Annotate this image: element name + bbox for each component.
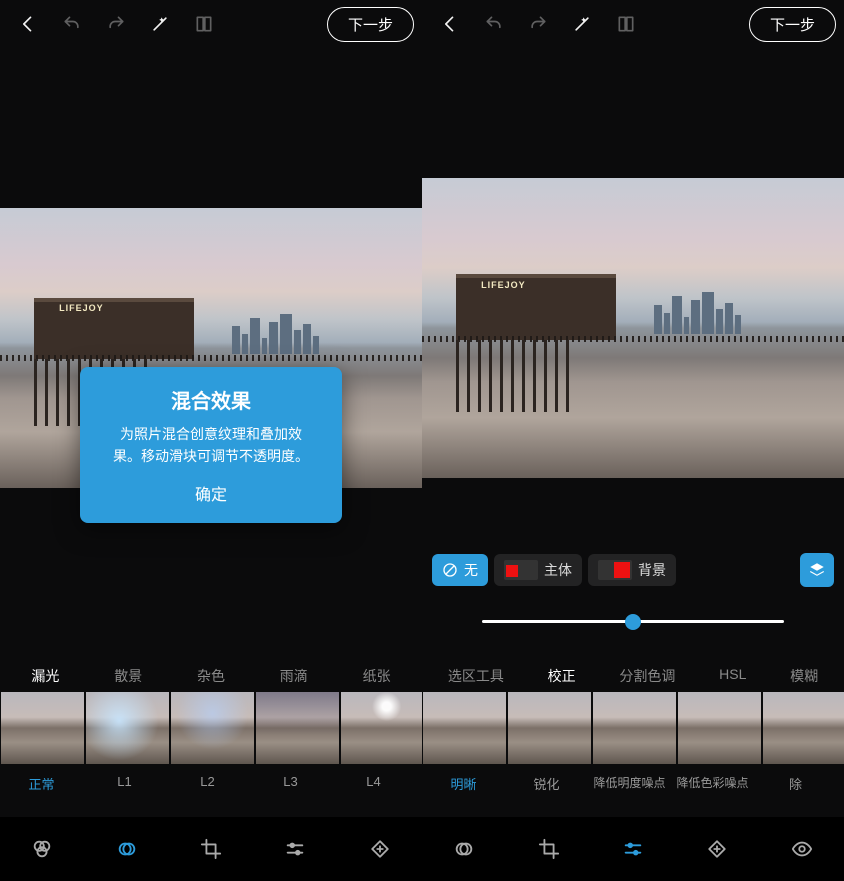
category-tab[interactable]: 选区工具 bbox=[446, 660, 506, 692]
preset-thumb[interactable] bbox=[256, 692, 339, 764]
category-tab[interactable]: 散景 bbox=[112, 660, 144, 692]
preset-thumb[interactable] bbox=[593, 692, 676, 764]
preset-thumb[interactable] bbox=[423, 692, 506, 764]
dialog-body: 为照片混合创意纹理和叠加效 果。移动滑块可调节不透明度。 bbox=[96, 424, 326, 467]
bottom-toolbar bbox=[0, 817, 422, 881]
mask-background-chip[interactable]: 背景 bbox=[588, 554, 676, 586]
effect-category-tabs: 漏光 散景 杂色 雨滴 纸张 bbox=[0, 660, 422, 692]
back-button[interactable] bbox=[430, 4, 470, 44]
preset-label[interactable]: 锐化 bbox=[505, 770, 588, 797]
layers-icon bbox=[808, 561, 826, 579]
mask-selector-row: 无 主体 背景 bbox=[422, 553, 844, 587]
preset-label[interactable]: L1 bbox=[83, 770, 166, 797]
mask-subject-chip[interactable]: 主体 bbox=[494, 554, 582, 586]
preset-labels: 正常 L1 L2 L3 L4 bbox=[0, 770, 422, 797]
preset-thumb[interactable] bbox=[341, 692, 422, 764]
tooltip-dialog: 混合效果 为照片混合创意纹理和叠加效 果。移动滑块可调节不透明度。 确定 bbox=[80, 367, 342, 523]
compare-button[interactable] bbox=[184, 4, 224, 44]
preset-thumb[interactable] bbox=[86, 692, 169, 764]
preset-label[interactable]: L2 bbox=[166, 770, 249, 797]
blend-icon[interactable] bbox=[107, 829, 147, 869]
dialog-ok-button[interactable]: 确定 bbox=[96, 477, 326, 509]
category-tab[interactable]: 分割色调 bbox=[617, 660, 677, 692]
undo-button[interactable] bbox=[474, 4, 514, 44]
heal-icon[interactable] bbox=[360, 829, 400, 869]
editor-panel-left: 下一步 LIFEJOY 混合效果 bbox=[0, 0, 422, 881]
category-tab[interactable]: 漏光 bbox=[29, 660, 61, 692]
next-button[interactable]: 下一步 bbox=[749, 7, 836, 42]
preset-thumbnails bbox=[0, 692, 422, 764]
mask-none-chip[interactable]: 无 bbox=[432, 554, 488, 586]
redo-button[interactable] bbox=[518, 4, 558, 44]
preset-label[interactable]: L3 bbox=[249, 770, 332, 797]
heal-icon[interactable] bbox=[697, 829, 737, 869]
layers-button[interactable] bbox=[800, 553, 834, 587]
photo-sign-text: LIFEJOY bbox=[59, 303, 104, 313]
category-tab[interactable]: HSL bbox=[717, 660, 748, 692]
magic-wand-button[interactable] bbox=[140, 4, 180, 44]
preset-label[interactable]: 降低明度噪点 bbox=[588, 770, 671, 797]
preset-thumb[interactable] bbox=[763, 692, 844, 764]
preset-thumb[interactable] bbox=[678, 692, 761, 764]
slider-thumb[interactable] bbox=[625, 614, 641, 630]
adjust-icon[interactable] bbox=[275, 829, 315, 869]
category-tab[interactable]: 雨滴 bbox=[278, 660, 310, 692]
category-tab[interactable]: 杂色 bbox=[195, 660, 227, 692]
crop-icon[interactable] bbox=[191, 829, 231, 869]
blend-icon[interactable] bbox=[444, 829, 484, 869]
preset-label[interactable]: 正常 bbox=[0, 770, 83, 797]
preset-label[interactable]: 明晰 bbox=[422, 770, 505, 797]
mask-label: 无 bbox=[464, 560, 478, 580]
preset-labels: 明晰 锐化 降低明度噪点 降低色彩噪点 除 bbox=[422, 770, 844, 797]
top-toolbar: 下一步 bbox=[0, 0, 422, 48]
looks-icon[interactable] bbox=[22, 829, 62, 869]
category-tab[interactable]: 模糊 bbox=[788, 660, 820, 692]
preset-thumbnails bbox=[422, 692, 844, 764]
adjust-icon[interactable] bbox=[613, 829, 653, 869]
eye-icon[interactable] bbox=[782, 829, 822, 869]
mask-label: 主体 bbox=[544, 560, 572, 580]
preset-thumb[interactable] bbox=[508, 692, 591, 764]
category-tab[interactable]: 纸张 bbox=[361, 660, 393, 692]
none-icon bbox=[442, 562, 458, 578]
opacity-slider[interactable] bbox=[422, 620, 844, 623]
subject-thumb-icon bbox=[504, 560, 538, 580]
crop-icon[interactable] bbox=[529, 829, 569, 869]
photo-canvas[interactable]: LIFEJOY bbox=[422, 178, 844, 478]
preset-label[interactable]: 除 bbox=[754, 770, 837, 797]
undo-button[interactable] bbox=[52, 4, 92, 44]
preset-label[interactable]: 降低色彩噪点 bbox=[671, 770, 754, 797]
magic-wand-button[interactable] bbox=[562, 4, 602, 44]
preset-thumb[interactable] bbox=[1, 692, 84, 764]
background-thumb-icon bbox=[598, 560, 632, 580]
photo-sign-text: LIFEJOY bbox=[481, 280, 526, 290]
editor-panel-right: 下一步 LIFEJOY bbox=[422, 0, 844, 881]
redo-button[interactable] bbox=[96, 4, 136, 44]
compare-button[interactable] bbox=[606, 4, 646, 44]
category-tab[interactable]: 校正 bbox=[546, 660, 578, 692]
preset-label[interactable]: L4 bbox=[332, 770, 415, 797]
next-button[interactable]: 下一步 bbox=[327, 7, 414, 42]
mask-label: 背景 bbox=[638, 560, 666, 580]
adjust-category-tabs: 选区工具 校正 分割色调 HSL 模糊 bbox=[422, 660, 844, 692]
bottom-toolbar bbox=[422, 817, 844, 881]
photo-image: LIFEJOY bbox=[422, 178, 844, 478]
back-button[interactable] bbox=[8, 4, 48, 44]
preset-thumb[interactable] bbox=[171, 692, 254, 764]
dialog-title: 混合效果 bbox=[96, 385, 326, 414]
top-toolbar: 下一步 bbox=[422, 0, 844, 48]
